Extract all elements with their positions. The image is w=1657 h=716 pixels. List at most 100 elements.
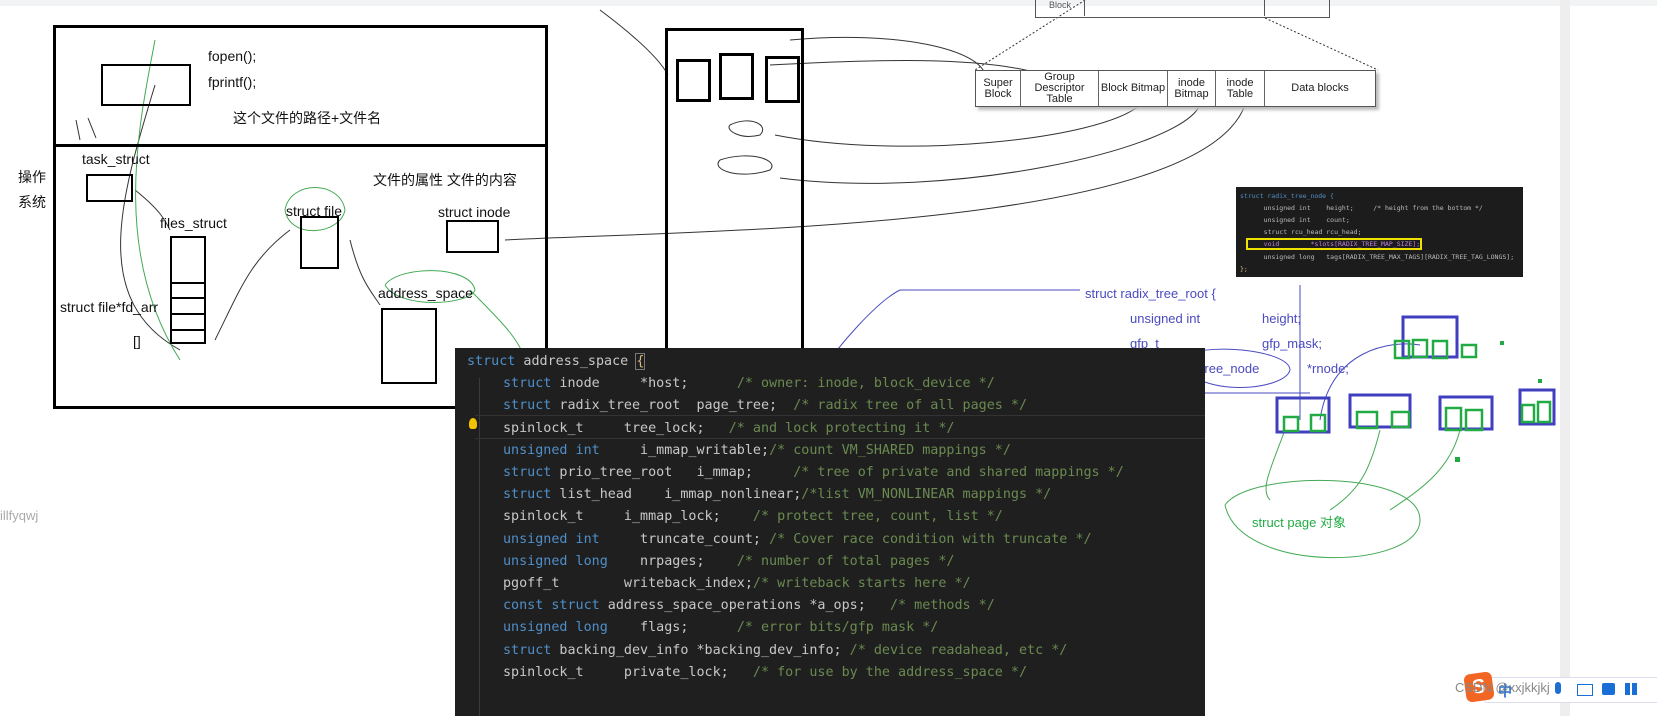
code-line: spinlock_t i_mmap_lock; /* protect tree,… <box>503 506 1003 528</box>
code-line: pgoff_t writeback_index;/* writeback sta… <box>503 573 971 595</box>
disk-cell: Super Block <box>976 71 1021 106</box>
code-text: list_head i_mmap_nonlinear; <box>551 487 802 503</box>
code-text: radix_tree_root page_tree; <box>551 398 794 414</box>
code-line: spinlock_t private_lock; /* for use by t… <box>503 662 1027 684</box>
code-line: }; <box>1240 265 1248 273</box>
disk-block-group: Super Block Group Descriptor Table Block… <box>975 70 1376 107</box>
task-struct-box <box>86 174 133 202</box>
code-keyword: struct <box>503 398 552 414</box>
user-rect <box>101 64 191 106</box>
code-comment: /* radix tree of all pages */ <box>793 398 1028 414</box>
struct-inode-label: struct inode <box>438 204 511 220</box>
code-line: unsigned int height; /* height from the … <box>1248 204 1483 212</box>
disk-cell: inode Bitmap <box>1168 71 1216 106</box>
code-comment: /*list VM_NONLINEAR mappings */ <box>801 487 1052 503</box>
keyboard-icon[interactable] <box>1577 684 1593 696</box>
code-line: struct list_head i_mmap_nonlinear;/*list… <box>503 484 1051 506</box>
code-line: const struct address_space_operations *a… <box>503 595 995 617</box>
code-keyword: struct <box>467 354 516 369</box>
code-keyword: struct <box>503 465 552 480</box>
struct-header-line: struct address_space { <box>467 351 646 373</box>
address-space-box <box>381 308 437 384</box>
code-keyword: unsigned long <box>503 553 608 569</box>
field-name: gfp_mask; <box>1262 336 1322 351</box>
code-comment: /* owner: inode, block_device */ <box>736 376 995 392</box>
code-line: unsigned long nrpages; /* number of tota… <box>503 551 954 573</box>
code-comment: /* and lock protecting it */ <box>728 420 955 436</box>
code-line: unsigned int count; <box>1248 216 1350 224</box>
csdn-watermark: CSDN @xxjkkjkj <box>1455 680 1550 695</box>
struct-page-note: struct page 对象 <box>1252 515 1346 530</box>
code-line: struct radix_tree_node { <box>1240 192 1334 200</box>
radix-root-title: struct radix_tree_root { <box>1085 286 1216 301</box>
block-group-frame: Block <box>1035 0 1330 18</box>
code-text: spinlock_t tree_lock; <box>503 420 729 436</box>
code-comment: /* device readahead, etc */ <box>849 642 1068 658</box>
fd-array-box <box>170 236 206 344</box>
path-note: 这个文件的路径+文件名 <box>233 110 382 126</box>
memory-cell-3 <box>765 56 800 103</box>
fprintf-label: fprintf(); <box>208 74 257 90</box>
apps-icon[interactable] <box>1625 683 1637 695</box>
code-text: spinlock_t i_mmap_lock; <box>503 509 753 525</box>
code-keyword: struct <box>503 487 552 503</box>
code-text: nrpages; <box>607 553 737 569</box>
code-comment: /* for use by the address_space */ <box>752 664 1028 680</box>
code-brace: { <box>635 353 646 370</box>
radix-tree-node-code: struct radix_tree_node { unsigned int he… <box>1236 187 1523 277</box>
code-keyword: struct <box>503 376 552 392</box>
lightbulb-icon[interactable] <box>469 418 477 429</box>
disk-cell: Block Bitmap <box>1099 71 1168 106</box>
code-line-highlighted: void *slots[RADIX_TREE_MAP_SIZE]; <box>1245 238 1423 250</box>
code-line: struct inode *host; /* owner: inode, blo… <box>503 373 995 395</box>
struct-inode-box <box>446 220 499 253</box>
code-line: unsigned int i_mmap_writable;/* count VM… <box>503 440 1011 462</box>
code-line: unsigned int truncate_count; /* Cover ra… <box>503 529 1092 551</box>
code-text: spinlock_t private_lock; <box>503 664 753 680</box>
code-line: unsigned long flags; /* error bits/gfp m… <box>503 617 938 639</box>
code-line: struct prio_tree_root i_mmap; /* tree of… <box>503 462 1124 484</box>
code-line: spinlock_t tree_lock; /* and lock protec… <box>503 418 954 440</box>
code-text: address_space_operations *a_ops; <box>599 598 890 614</box>
code-line: struct rcu_head rcu_head; <box>1248 228 1362 236</box>
block-cell: Block <box>1036 0 1085 16</box>
memory-cell-2 <box>719 53 754 100</box>
code-keyword: struct <box>503 642 552 658</box>
memory-cell-1 <box>676 59 711 102</box>
os-label-2: 系统 <box>18 194 46 210</box>
side-text: illfyqwj <box>0 508 39 523</box>
disk-cell: inode Table <box>1216 71 1265 106</box>
mic-icon[interactable] <box>1555 682 1561 694</box>
code-keyword: const struct <box>503 598 600 614</box>
code-text: flags; <box>607 620 737 636</box>
fd-arr-label: struct file*fd_arr <box>60 299 159 315</box>
code-comment: /* count VM_SHARED mappings */ <box>769 442 1011 458</box>
field-type: unsigned int <box>1130 311 1201 326</box>
address-space-label: address_space <box>378 285 473 301</box>
code-comment: /* writeback starts here */ <box>752 576 971 591</box>
field-name: height; <box>1262 311 1302 326</box>
code-comment: /* methods */ <box>889 598 995 614</box>
code-text: pgoff_t writeback_index; <box>503 576 753 591</box>
code-keyword: unsigned int <box>503 442 600 458</box>
code-line: unsigned long tags[RADIX_TREE_MAX_TAGS][… <box>1248 253 1515 261</box>
code-text: i_mmap_writable; <box>599 442 770 458</box>
code-comment: /* number of total pages */ <box>736 553 955 569</box>
disk-cell: Group Descriptor Table <box>1021 71 1099 106</box>
code-comment: /* Cover race condition with truncate */ <box>769 531 1092 547</box>
code-text: inode *host; <box>551 376 737 392</box>
attr-note: 文件的属性 文件的内容 <box>373 172 517 188</box>
code-text: truncate_count; <box>599 531 770 547</box>
task-struct-label: task_struct <box>82 151 150 167</box>
skin-icon[interactable] <box>1602 683 1615 695</box>
field-name: *rnode; <box>1307 361 1349 376</box>
code-text: backing_dev_info *backing_dev_info; <box>551 642 850 658</box>
address-space-code-panel: struct address_space {struct inode *host… <box>455 348 1205 716</box>
code-comment: /* error bits/gfp mask */ <box>736 620 939 636</box>
fopen-label: fopen(); <box>208 48 257 64</box>
os-label-1: 操作 <box>18 169 46 185</box>
struct-file-box <box>300 216 339 269</box>
code-text: prio_tree_root i_mmap; <box>551 465 794 480</box>
files-struct-label: files_struct <box>160 215 227 231</box>
code-line: struct backing_dev_info *backing_dev_inf… <box>503 640 1067 662</box>
